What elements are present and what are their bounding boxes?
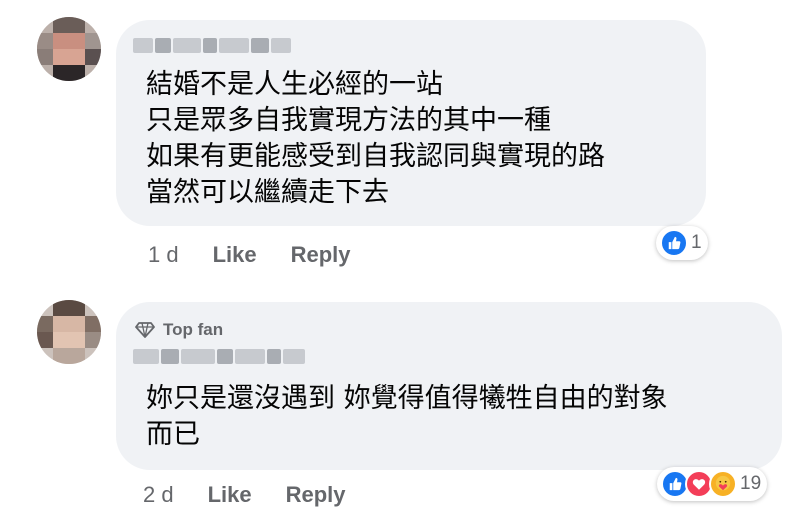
comment-timestamp[interactable]: 2 d: [143, 482, 174, 508]
like-button[interactable]: Like: [213, 242, 257, 268]
care-icon: [709, 470, 737, 498]
reaction-count: 19: [740, 473, 762, 494]
like-icon: [660, 229, 688, 257]
like-button[interactable]: Like: [208, 482, 252, 508]
comment-timestamp[interactable]: 1 d: [148, 242, 179, 268]
comment-line: 如果有更能感受到自我認同與實現的路: [146, 141, 605, 172]
reaction-summary[interactable]: 19: [657, 467, 768, 501]
commenter-name-blurred[interactable]: [133, 349, 305, 364]
comment-actions: 2 d Like Reply: [143, 482, 346, 508]
top-fan-badge[interactable]: Top fan: [135, 320, 223, 340]
commenter-name-blurred[interactable]: [133, 38, 291, 53]
comment-actions: 1 d Like Reply: [148, 242, 351, 268]
comment-line: 結婚不是人生必經的一站: [146, 69, 443, 100]
comment: 結婚不是人生必經的一站 只是眾多自我實現方法的其中一種 如果有更能感受到自我認同…: [0, 0, 800, 290]
comment-line: 當然可以繼續走下去: [146, 177, 389, 208]
reply-button[interactable]: Reply: [286, 482, 346, 508]
comment-text: 妳只是還沒遇到 妳覺得值得犧牲自由的對象 而已: [146, 381, 668, 453]
diamond-icon: [135, 322, 155, 338]
comment-line: 妳只是還沒遇到 妳覺得值得犧牲自由的對象: [146, 383, 668, 414]
reply-button[interactable]: Reply: [291, 242, 351, 268]
comment-line: 只是眾多自我實現方法的其中一種: [146, 105, 551, 136]
comment-text: 結婚不是人生必經的一站 只是眾多自我實現方法的其中一種 如果有更能感受到自我認同…: [146, 67, 605, 211]
reaction-summary[interactable]: 1: [656, 226, 708, 260]
avatar[interactable]: [37, 300, 101, 364]
reaction-count: 1: [691, 232, 702, 253]
avatar[interactable]: [37, 17, 101, 81]
comment: Top fan 妳只是還沒遇到 妳覺得值得犧牲自由的對象 而已 2 d Like…: [0, 290, 800, 531]
top-fan-label: Top fan: [163, 320, 224, 339]
comment-line: 而已: [146, 419, 200, 450]
